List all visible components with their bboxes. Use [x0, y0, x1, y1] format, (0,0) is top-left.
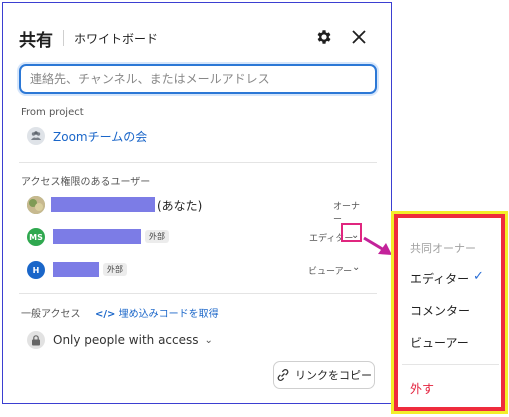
user-row-editor: MS 外部 エディター ⌄: [27, 226, 367, 248]
avatar: [27, 196, 45, 214]
role-label: オーナー: [333, 202, 361, 225]
share-dialog: 共有 ホワイトボード From project Zoomチームの会 アクセス権限…: [2, 2, 392, 404]
redacted-name: [53, 262, 99, 277]
menu-item-remove[interactable]: 外す: [410, 380, 434, 397]
menu-item-viewer[interactable]: ビューアー: [410, 334, 469, 351]
menu-divider: [402, 364, 499, 365]
general-access-label: 一般アクセス: [21, 309, 81, 320]
redacted-name: [51, 197, 155, 212]
check-icon: ✓: [473, 269, 484, 284]
search-field[interactable]: [19, 64, 377, 94]
dialog-subtitle: ホワイトボード: [74, 31, 159, 46]
menu-item-editor[interactable]: エディター: [410, 270, 469, 287]
gear-icon[interactable]: [315, 28, 333, 46]
menu-item-commenter[interactable]: コメンター: [410, 302, 470, 319]
external-badge: 外部: [103, 263, 127, 276]
code-icon: </>: [95, 309, 116, 320]
close-icon[interactable]: [349, 27, 369, 47]
you-label: (あなた): [157, 199, 203, 213]
access-value: Only people with access: [53, 333, 199, 347]
divider: [19, 293, 377, 294]
user-row-viewer: H 外部 ビューアー ⌄: [27, 259, 367, 281]
embed-code-label: 埋め込みコードを取得: [118, 309, 219, 320]
project-name[interactable]: Zoomチームの会: [53, 128, 147, 145]
external-badge: 外部: [145, 230, 169, 243]
chevron-down-icon: ⌄: [204, 334, 213, 346]
embed-code-link[interactable]: </> 埋め込みコードを取得: [95, 305, 219, 320]
user-row-owner: (あなた) オーナー: [27, 194, 367, 225]
avatar: H: [27, 261, 45, 279]
copy-link-button[interactable]: リンクをコピー: [273, 361, 375, 389]
role-menu: 共同オーナー エディター ✓ コメンター ビューアー 外す: [391, 211, 508, 414]
avatar: MS: [27, 228, 45, 246]
copy-link-label: リンクをコピー: [295, 369, 372, 382]
chevron-down-icon[interactable]: ⌄: [352, 262, 360, 273]
project-section-label: From project: [21, 107, 84, 118]
role-dropdown[interactable]: ビューアー: [308, 264, 352, 277]
users-section-label: アクセス権限のあるユーザー: [21, 177, 151, 188]
dialog-title: 共有: [19, 30, 53, 51]
dialog-header: 共有 ホワイトボード: [19, 27, 159, 51]
search-input[interactable]: [21, 66, 375, 92]
highlight-box: [341, 223, 362, 242]
redacted-name: [53, 229, 141, 244]
team-icon: [27, 127, 45, 145]
menu-item-co-owner: 共同オーナー: [410, 242, 476, 255]
divider: [19, 162, 377, 163]
header-divider: [63, 30, 64, 46]
link-icon: [277, 369, 289, 381]
project-link[interactable]: Zoomチームの会: [27, 127, 147, 145]
general-access-dropdown[interactable]: Only people with access ⌄: [27, 331, 213, 349]
lock-icon: [27, 331, 45, 349]
